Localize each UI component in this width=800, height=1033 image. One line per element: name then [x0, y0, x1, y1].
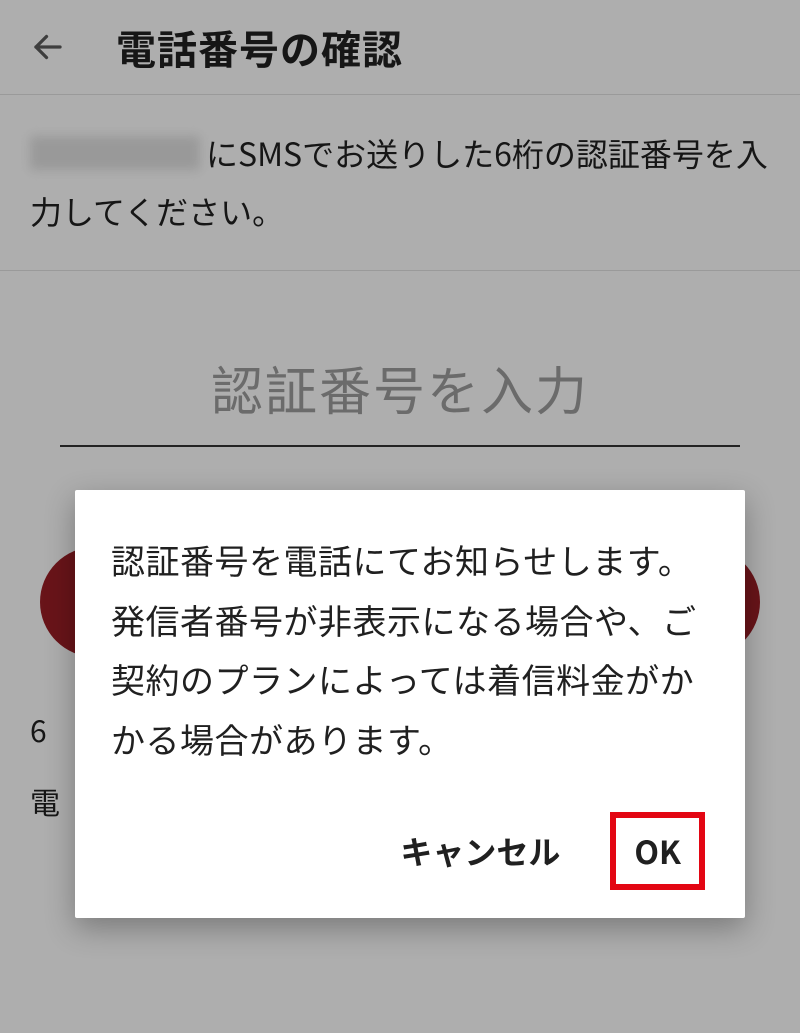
cancel-button[interactable]: キャンセル: [390, 816, 570, 886]
screen: 電話番号の確認 にSMSでお送りした6桁の認証番号を入力してください。 6 電 …: [0, 0, 800, 1033]
dialog-actions: キャンセル OK: [111, 804, 709, 898]
ok-button[interactable]: OK: [610, 812, 705, 890]
dialog-body: 認証番号を電話にてお知らせします。 発信者番号が非表示になる場合や、ご契約のプラ…: [111, 530, 709, 768]
confirmation-dialog: 認証番号を電話にてお知らせします。 発信者番号が非表示になる場合や、ご契約のプラ…: [75, 490, 745, 918]
